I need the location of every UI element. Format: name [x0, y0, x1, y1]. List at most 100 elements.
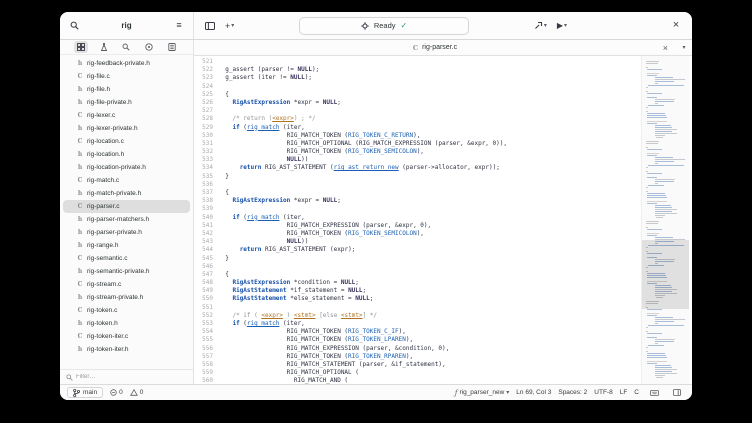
- code-line[interactable]: return RIG_AST_STATEMENT (rig_ast_return…: [218, 164, 692, 172]
- sidebar-file-rig-parser-matchers.h[interactable]: hrig-parser-matchers.h: [63, 213, 190, 226]
- project-tree-panel-button[interactable]: [74, 41, 88, 53]
- code-line[interactable]: RIG_MATCH_EXPRESSION (parser, &expr, 0),: [218, 222, 692, 230]
- code-line[interactable]: [218, 83, 692, 91]
- sidebar-file-rig-match-private.h[interactable]: hrig-match-private.h: [63, 187, 190, 200]
- toggle-right-panel-button[interactable]: [669, 387, 685, 399]
- tests-panel-button[interactable]: [97, 41, 111, 53]
- code-line[interactable]: return RIG_AST_STATEMENT (expr);: [218, 246, 692, 254]
- sidebar-file-rig-token-iter.c[interactable]: Crig-token-iter.c: [63, 330, 190, 343]
- minimap-content: [645, 59, 687, 378]
- branch-button[interactable]: main: [67, 387, 103, 398]
- minimap[interactable]: [641, 56, 689, 384]
- code-line[interactable]: RIG_MATCH_AND (: [218, 377, 692, 384]
- sidebar-file-rig-lexer.c[interactable]: Crig-lexer.c: [63, 109, 190, 122]
- code-line[interactable]: RigAstExpression *expr = NULL;: [218, 99, 692, 107]
- toggle-bottom-panel-button[interactable]: [646, 387, 662, 399]
- sidebar-file-rig-file.c[interactable]: Crig-file.c: [63, 70, 190, 83]
- encoding-setting[interactable]: UTF-8: [594, 389, 612, 396]
- code-token: <expr>: [261, 312, 283, 319]
- code-line[interactable]: g_assert (parser != NULL);: [218, 66, 692, 74]
- error-counter[interactable]: 0: [110, 389, 123, 396]
- code-line[interactable]: [218, 107, 692, 115]
- code-line[interactable]: [218, 263, 692, 271]
- sidebar-file-rig-file.h[interactable]: hrig-file.h: [63, 83, 190, 96]
- line-number: 560: [194, 377, 213, 384]
- code-line[interactable]: RigAstExpression *condition = NULL;: [218, 279, 692, 287]
- code-line[interactable]: }: [218, 255, 692, 263]
- code-line[interactable]: [218, 181, 692, 189]
- code-line[interactable]: [218, 205, 692, 213]
- open-pages-button[interactable]: ▾: [676, 40, 692, 56]
- filter-input[interactable]: [76, 374, 187, 380]
- code-line[interactable]: }: [218, 173, 692, 181]
- code-line[interactable]: RIG_MATCH_EXPRESSION (parser, &condition…: [218, 345, 692, 353]
- warning-counter[interactable]: 0: [130, 389, 144, 396]
- search-panel-button[interactable]: [119, 41, 133, 53]
- sidebar-file-rig-range.h[interactable]: hrig-range.h: [63, 239, 190, 252]
- sidebar-file-rig-match.c[interactable]: Crig-match.c: [63, 174, 190, 187]
- sidebar-file-rig-lexer-private.h[interactable]: hrig-lexer-private.h: [63, 122, 190, 135]
- code-line[interactable]: RIG_MATCH_TOKEN (RIG_TOKEN_RPAREN),: [218, 353, 692, 361]
- sidebar-file-rig-location-private.h[interactable]: hrig-location-private.h: [63, 161, 190, 174]
- indentation-setting[interactable]: Spaces: 2: [558, 389, 587, 396]
- minimap-viewport[interactable]: [642, 240, 689, 309]
- code-line[interactable]: {: [218, 271, 692, 279]
- code-line[interactable]: [218, 58, 692, 66]
- code-line[interactable]: /* if ( <expr> ) <stmt> [else <stmt>] */: [218, 312, 692, 320]
- code-token: [218, 124, 232, 131]
- sidebar-file-rig-token.c[interactable]: Crig-token.c: [63, 304, 190, 317]
- code-line[interactable]: RigAstExpression *expr = NULL;: [218, 197, 692, 205]
- sidebar-file-rig-file-private.h[interactable]: hrig-file-private.h: [63, 96, 190, 109]
- tab-rig-parser[interactable]: C rig-parser.c ×: [194, 40, 676, 55]
- sidebar-file-rig-parser-private.h[interactable]: hrig-parser-private.h: [63, 226, 190, 239]
- code-line[interactable]: g_assert (iter != NULL);: [218, 74, 692, 82]
- sidebar-file-rig-location.h[interactable]: hrig-location.h: [63, 148, 190, 161]
- code-line[interactable]: RIG_MATCH_TOKEN (RIG_TOKEN_C_IF),: [218, 328, 692, 336]
- file-name: rig-file.h: [87, 86, 110, 93]
- documentation-panel-button[interactable]: [165, 41, 179, 53]
- code-line[interactable]: /* return (<expr>) ; */: [218, 115, 692, 123]
- code-line[interactable]: RIG_MATCH_TOKEN (RIG_TOKEN_SEMICOLON),: [218, 230, 692, 238]
- search-button[interactable]: [66, 18, 82, 34]
- sidebar-file-rig-stream-private.h[interactable]: hrig-stream-private.h: [63, 291, 190, 304]
- code-token: RIG_TOKEN_C_RETURN: [348, 132, 413, 139]
- code-line[interactable]: RIG_MATCH_OPTIONAL (: [218, 369, 692, 377]
- code-line[interactable]: RigAstStatement *if_statement = NULL;: [218, 287, 692, 295]
- build-menu-button[interactable]: ▾: [531, 18, 550, 34]
- run-button[interactable]: ▶ ▾: [554, 18, 570, 34]
- sidebar-file-rig-location.c[interactable]: Crig-location.c: [63, 135, 190, 148]
- code-line[interactable]: NULL)): [218, 156, 692, 164]
- new-page-button[interactable]: + ▾: [222, 18, 237, 34]
- code-line[interactable]: if (rig_match (iter,: [218, 214, 692, 222]
- code-line[interactable]: {: [218, 91, 692, 99]
- todo-panel-button[interactable]: [142, 41, 156, 53]
- language-setting[interactable]: C: [634, 389, 639, 396]
- close-window-button[interactable]: ×: [668, 18, 684, 34]
- code-line[interactable]: RIG_MATCH_STATEMENT (parser, &if_stateme…: [218, 361, 692, 369]
- cursor-position[interactable]: Ln 69, Col 3: [516, 389, 551, 396]
- code-line[interactable]: if (rig_match (iter,: [218, 124, 692, 132]
- code-line[interactable]: RIG_MATCH_TOKEN (RIG_TOKEN_LPAREN),: [218, 336, 692, 344]
- code-line[interactable]: RIG_MATCH_TOKEN (RIG_TOKEN_SEMICOLON),: [218, 148, 692, 156]
- code-lines[interactable]: g_assert (parser != NULL); g_assert (ite…: [218, 56, 692, 384]
- code-line[interactable]: [218, 304, 692, 312]
- menu-button[interactable]: ≡: [171, 18, 187, 34]
- sidebar-file-rig-feedback-private.h[interactable]: hrig-feedback-private.h: [63, 57, 190, 70]
- toggle-panel-button[interactable]: [202, 18, 218, 34]
- omnibar[interactable]: Ready ✓: [299, 17, 469, 35]
- tab-close-button[interactable]: ×: [663, 43, 668, 53]
- sidebar-file-rig-semantic-private.h[interactable]: hrig-semantic-private.h: [63, 265, 190, 278]
- sidebar-file-rig-token-iter.h[interactable]: hrig-token-iter.h: [63, 343, 190, 356]
- code-line[interactable]: NULL)): [218, 238, 692, 246]
- line-ending-setting[interactable]: LF: [620, 389, 628, 396]
- sidebar-file-rig-semantic.c[interactable]: Crig-semantic.c: [63, 252, 190, 265]
- current-symbol[interactable]: ƒ rig_parser_new ▾: [455, 389, 509, 397]
- code-line[interactable]: RIG_MATCH_OPTIONAL (RIG_MATCH_EXPRESSION…: [218, 140, 692, 148]
- sidebar-file-rig-token.h[interactable]: hrig-token.h: [63, 317, 190, 330]
- sidebar-file-rig-parser.c[interactable]: Crig-parser.c: [63, 200, 190, 213]
- code-line[interactable]: RIG_MATCH_TOKEN (RIG_TOKEN_C_RETURN),: [218, 132, 692, 140]
- code-line[interactable]: {: [218, 189, 692, 197]
- code-line[interactable]: if (rig_match (iter,: [218, 320, 692, 328]
- code-line[interactable]: RigAstStatement *else_statement = NULL;: [218, 295, 692, 303]
- sidebar-file-rig-stream.c[interactable]: Crig-stream.c: [63, 278, 190, 291]
